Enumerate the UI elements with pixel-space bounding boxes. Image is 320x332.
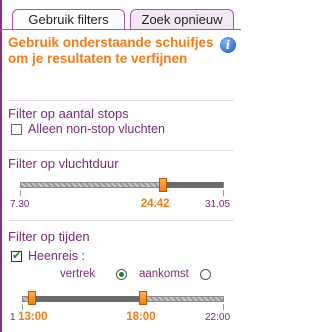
tab-gebruik-filters[interactable]: Gebruik filters [12, 9, 125, 30]
times-title: Filter op tijden [8, 229, 90, 244]
time-slider-track[interactable] [22, 296, 224, 302]
divider [8, 100, 234, 101]
duration-slider-track[interactable] [20, 182, 224, 188]
tick [22, 304, 23, 310]
radio-vertrek[interactable] [116, 269, 127, 280]
duration-slider-fill [163, 182, 223, 188]
time-slider-left-handle[interactable] [28, 291, 37, 305]
radio-aankomst[interactable] [200, 269, 211, 280]
time-slider-fill [33, 296, 145, 302]
duration-max-label: 31.05 [205, 199, 231, 210]
divider [8, 150, 234, 151]
time-slider-right-handle[interactable] [139, 291, 148, 305]
time-right-value: 18:00 [126, 311, 156, 323]
time-min-label: 1 [10, 312, 16, 323]
radio-vertrek-label: vertrek [60, 268, 96, 280]
outbound-checkbox[interactable] [11, 249, 22, 262]
tab-bar: Gebruik filters Zoek opnieuw [0, 0, 241, 30]
radio-aankomst-label: aankomst [139, 268, 189, 280]
divider [8, 220, 234, 221]
outbound-label: Heenreis : [28, 249, 85, 263]
info-icon[interactable]: i [220, 37, 236, 53]
tab-zoek-opnieuw[interactable]: Zoek opnieuw [130, 9, 234, 30]
time-left-value: 13:00 [18, 311, 48, 323]
tab-divider [0, 29, 241, 30]
duration-value: 24.42 [140, 198, 170, 210]
nonstop-label: Alleen non-stop vluchten [28, 122, 165, 136]
duration-min-label: 7.30 [10, 199, 30, 210]
intro-text: Gebruik onderstaande schuifjes om je res… [8, 35, 214, 66]
tick [20, 190, 21, 196]
nonstop-checkbox[interactable] [11, 124, 22, 135]
duration-slider-handle[interactable] [158, 178, 167, 192]
time-max-label: 22:00 [205, 312, 231, 323]
duration-title: Filter op vluchtduur [8, 156, 119, 171]
stops-title: Filter op aantal stops [8, 106, 129, 121]
tick [223, 304, 224, 310]
tick [223, 190, 224, 196]
